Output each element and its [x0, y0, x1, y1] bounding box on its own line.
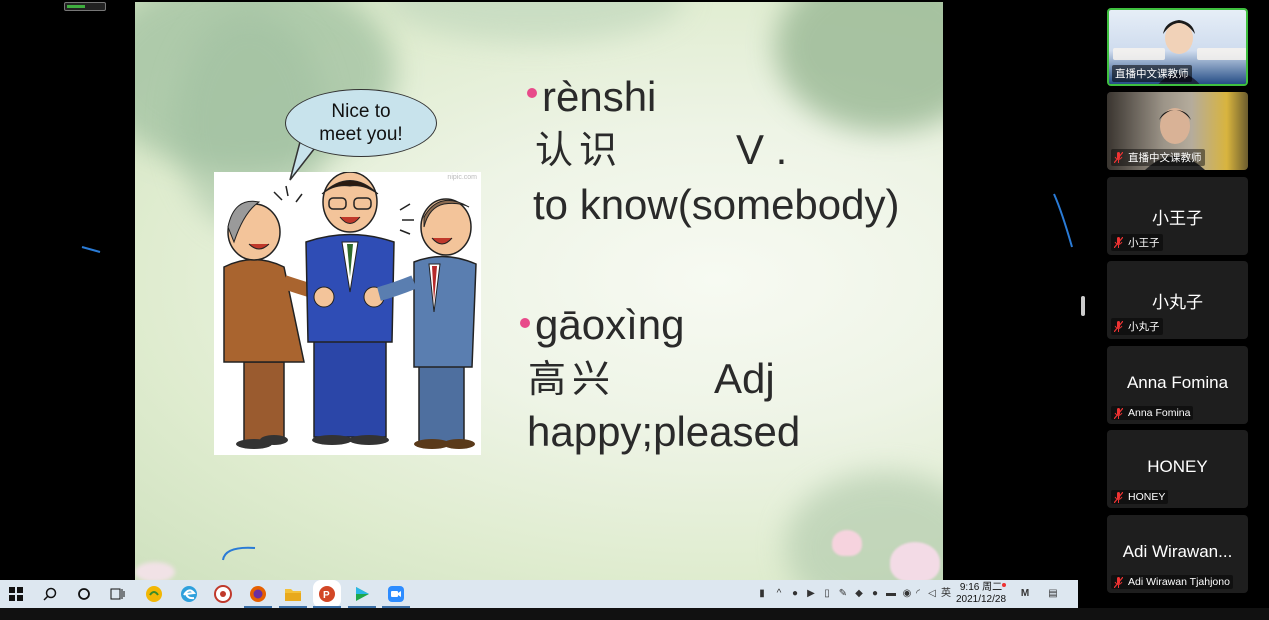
windows-taskbar: P ▮ ^ ● ▶ ▯ ✎ ◆ ● ▬ ◉ ◜ ◁ 英 9:16 周二 2021…	[0, 580, 1078, 608]
task-view-icon[interactable]	[108, 584, 128, 604]
zoom-icon[interactable]	[382, 584, 410, 608]
windows-start-icon[interactable]	[6, 584, 26, 604]
lotus-flower-decoration	[832, 530, 862, 556]
clock-time: 9:16 周二	[959, 582, 1003, 593]
presentation-slide: nipic.com Nice to meet you! rènshi 认识 V …	[135, 2, 943, 580]
bullet-dot	[527, 88, 537, 98]
vocab-hanzi-2: 高兴	[528, 357, 617, 401]
app-icon-3[interactable]	[213, 584, 233, 604]
participant-tile[interactable]: Adi Wirawan... Adi Wirawan Tjahjono	[1107, 515, 1248, 593]
middle-man-figure	[305, 171, 395, 445]
participant-display-name: 小王子	[1152, 209, 1203, 228]
input-method-indicator[interactable]: 英	[941, 588, 951, 600]
edge-icon[interactable]	[179, 584, 199, 604]
participant-display-name: Adi Wirawan...	[1122, 542, 1233, 561]
annotation-stroke	[81, 246, 101, 253]
vocab-meaning-2: happy;pleased	[527, 408, 801, 455]
participant-display-name: 小丸子	[1152, 293, 1203, 312]
participant-label: Anna Fomina	[1111, 406, 1194, 420]
annotation-stroke	[222, 546, 256, 561]
media-player-icon[interactable]	[348, 584, 376, 608]
tray-app-icon[interactable]: ▬	[886, 588, 896, 600]
tray-app-icon[interactable]: ◉	[902, 588, 912, 600]
participant-tile[interactable]: 小王子 小王子	[1107, 177, 1248, 255]
participant-label: 直播中文课教师	[1111, 149, 1205, 166]
chevron-up-icon[interactable]: ^	[774, 588, 784, 600]
usb-icon[interactable]: ▯	[822, 588, 832, 600]
tray-app-icon[interactable]: ◆	[854, 588, 864, 600]
share-status-indicator[interactable]	[64, 2, 106, 11]
participant-tile[interactable]: HONEY HONEY	[1107, 430, 1248, 508]
vocab-pinyin-1: rènshi	[542, 73, 657, 120]
file-explorer-icon[interactable]	[279, 584, 307, 608]
svg-text:P: P	[323, 590, 330, 601]
action-center-icon[interactable]: ▤	[1046, 588, 1060, 600]
participant-tile[interactable]: Anna Fomina Anna Fomina	[1107, 346, 1248, 424]
battery-app-icon[interactable]: ▮	[757, 588, 767, 600]
vocab-pos-1: V .	[736, 126, 788, 173]
image-watermark: nipic.com	[447, 174, 477, 181]
vocab-pos-2: Adj	[714, 355, 775, 402]
right-man-figure	[377, 198, 477, 449]
clock-date: 2021/12/28	[955, 594, 1007, 605]
participant-tile-video[interactable]: 直播中文课教师	[1107, 92, 1248, 170]
participant-label: HONEY	[1111, 490, 1169, 504]
wifi-icon[interactable]: ◜	[913, 588, 923, 600]
participant-label: Adi Wirawan Tjahjono	[1111, 575, 1233, 589]
participant-tile-video[interactable]: 直播中文课教师	[1107, 8, 1248, 86]
lotus-flower-decoration	[890, 542, 940, 580]
muted-mic-icon	[1114, 237, 1123, 248]
cortana-circle-icon[interactable]	[74, 584, 94, 604]
lotus-flower-decoration	[135, 562, 175, 580]
muted-mic-icon	[1114, 152, 1123, 163]
notification-dot	[1002, 583, 1006, 587]
muted-mic-icon	[1114, 491, 1123, 503]
muted-mic-icon	[1114, 321, 1123, 332]
greeting-cartoon-illustration: nipic.com	[214, 171, 481, 455]
speech-bubble: Nice to meet you!	[285, 89, 437, 157]
annotation-stroke	[1053, 193, 1073, 248]
participant-label: 小王子	[1111, 234, 1163, 251]
tray-app-icon[interactable]: ●	[870, 588, 880, 600]
participant-tile[interactable]: 小丸子 小丸子	[1107, 261, 1248, 339]
tray-app-icon[interactable]: ✎	[838, 588, 848, 600]
muted-mic-icon	[1114, 407, 1123, 419]
vocab-meaning-1: to know(somebody)	[533, 181, 900, 228]
vocab-pinyin-2: gāoxìng	[535, 301, 685, 348]
participant-display-name: HONEY	[1147, 457, 1208, 476]
participant-display-name: Anna Fomina	[1126, 373, 1229, 392]
volume-icon[interactable]: ◁	[927, 588, 937, 600]
panel-resize-handle[interactable]	[1081, 296, 1085, 316]
search-icon[interactable]	[40, 584, 60, 604]
window-bottom-strip	[0, 608, 1269, 620]
microphone-icon[interactable]: ●	[790, 588, 800, 600]
participant-label: 小丸子	[1111, 318, 1163, 335]
tray-app-icon[interactable]: M	[1016, 588, 1034, 600]
participant-label: 直播中文课教师	[1112, 65, 1192, 82]
muted-mic-icon	[1114, 576, 1123, 588]
system-clock[interactable]: 9:16 周二 2021/12/28	[953, 582, 1009, 606]
powerpoint-icon[interactable]: P	[313, 584, 341, 608]
bullet-dot	[520, 318, 530, 328]
shared-screen: nipic.com Nice to meet you! rènshi 认识 V …	[0, 0, 1078, 608]
app-icon-1[interactable]	[144, 584, 164, 604]
speech-bubble-text: Nice to meet you!	[319, 101, 403, 145]
firefox-icon[interactable]	[244, 584, 272, 608]
tray-app-icon[interactable]: ▶	[806, 588, 816, 600]
vocab-hanzi-1: 认识	[535, 128, 624, 172]
